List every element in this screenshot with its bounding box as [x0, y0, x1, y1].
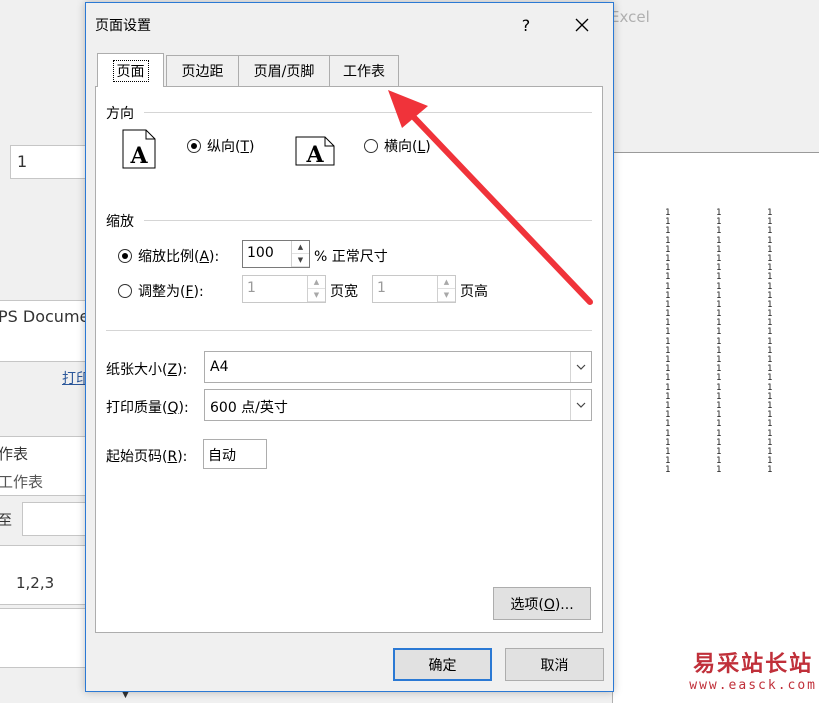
preview-cell: 1 [665, 465, 671, 476]
watermark-text: 易采站长站 [693, 651, 814, 677]
orientation-group-label: 方向 [106, 106, 134, 122]
tab-sheet[interactable]: 工作表 [329, 55, 399, 86]
first-page-number-input[interactable]: 自动 [203, 439, 267, 469]
tab-label: 页眉/页脚 [253, 64, 315, 80]
portrait-page-icon: A [122, 129, 156, 169]
chevron-down-icon[interactable] [570, 352, 591, 382]
scale-percent-spinner[interactable]: 100 ▲ ▼ [242, 240, 310, 268]
tab-label: 页面 [112, 59, 149, 82]
landscape-radio[interactable]: 横向(L) [364, 136, 431, 156]
help-button[interactable]: ? [511, 11, 541, 39]
watermark: 易采站长站 www.easck.com [689, 646, 817, 693]
orientation-selector[interactable] [0, 608, 88, 668]
divider [144, 112, 592, 113]
dialog-title: 页面设置 [95, 18, 151, 34]
fit-pages-wide-value: 1 [247, 280, 256, 296]
fit-to-label: 调整为(F): [138, 284, 204, 300]
fit-pages-tall-value: 1 [377, 280, 386, 296]
copies-input[interactable]: 1 [10, 145, 88, 179]
portrait-radio[interactable]: 纵向(T) [187, 136, 255, 156]
preview-column-2: 11111111111111111111111111111 [716, 208, 722, 476]
adjust-to-radio[interactable]: 缩放比例(A): [118, 246, 219, 266]
preview-cell: 1 [767, 465, 773, 476]
print-what-title: 作表 [0, 445, 29, 463]
first-page-number-value: 自动 [208, 448, 236, 464]
print-what-selector[interactable]: 作表 工作表 [0, 436, 88, 496]
pages-to-input[interactable] [22, 502, 88, 536]
divider [144, 220, 592, 221]
print-quality-value: 600 点/英寸 [210, 400, 288, 416]
landscape-radio-label: 横向(L) [384, 139, 431, 155]
preview-column-3: 11111111111111111111111111111 [767, 208, 773, 476]
fit-pages-wide-spinner[interactable]: 1 ▲ ▼ [242, 275, 326, 303]
fit-to-radio[interactable]: 调整为(F): [118, 281, 204, 301]
paper-size-select[interactable]: A4 [204, 351, 592, 383]
adjust-to-label: 缩放比例(A): [138, 249, 220, 265]
app-title-fragment: Excel [610, 8, 650, 26]
spin-down-icon[interactable]: ▼ [438, 289, 455, 302]
portrait-radio-circle [187, 139, 201, 153]
landscape-page-icon: A [295, 136, 335, 166]
spin-up-icon[interactable]: ▲ [308, 276, 325, 289]
portrait-page-letter: A [129, 143, 148, 169]
spin-down-icon[interactable]: ▼ [308, 289, 325, 302]
chevron-down-icon[interactable] [570, 390, 591, 420]
preview-column-1: 11111111111111111111111111111 [665, 208, 671, 476]
portrait-radio-label: 纵向(T) [207, 139, 255, 155]
copies-value: 1 [17, 152, 28, 171]
print-what-subtitle: 工作表 [0, 473, 44, 491]
first-page-number-label: 起始页码(R): [106, 449, 188, 465]
close-button[interactable] [564, 11, 600, 39]
landscape-radio-circle [364, 139, 378, 153]
pages-to-label: 至 [0, 513, 12, 529]
page-setup-dialog: 页面设置 ? 页面 页边距 页眉/页脚 工作表 方向 A 纵向(T) A 横向(… [85, 2, 614, 692]
options-button[interactable]: 选项(O)... [493, 587, 591, 620]
ok-button[interactable]: 确定 [393, 648, 492, 681]
fit-to-radio-circle [118, 284, 132, 298]
print-quality-select[interactable]: 600 点/英寸 [204, 389, 592, 421]
preview-cell: 1 [716, 465, 722, 476]
help-icon: ? [521, 15, 531, 35]
landscape-page-letter: A [305, 142, 324, 166]
scaling-group-label: 缩放 [106, 214, 134, 230]
spin-up-icon[interactable]: ▲ [292, 241, 309, 254]
printer-selector[interactable]: PS Docume [0, 300, 90, 362]
collate-value: 1,2,3 [16, 574, 55, 592]
scale-percent-value: 100 [247, 245, 274, 261]
close-icon [575, 18, 589, 32]
pages-tall-label: 页高 [460, 284, 488, 300]
print-preview: 11111111111111111111111111111 1111111111… [612, 152, 819, 703]
tab-header-footer[interactable]: 页眉/页脚 [238, 55, 330, 86]
divider [106, 330, 592, 331]
spin-down-icon[interactable]: ▼ [292, 254, 309, 267]
printer-name: PS Docume [0, 307, 90, 326]
collate-selector[interactable]: 1,2,3 [0, 545, 88, 605]
watermark-url: www.easck.com [689, 678, 817, 693]
paper-size-label: 纸张大小(Z): [106, 362, 188, 378]
scale-unit-label: % 正常尺寸 [314, 249, 388, 265]
tab-panel-page: 方向 A 纵向(T) A 横向(L) 缩放 缩放比例(A): 100 ▲ ▼ %… [95, 86, 603, 633]
print-quality-label: 打印质量(Q): [106, 400, 189, 416]
tab-label: 页边距 [181, 64, 224, 80]
paper-size-value: A4 [210, 359, 229, 375]
adjust-to-radio-circle [118, 249, 132, 263]
pages-wide-label: 页宽 [330, 284, 358, 300]
fit-pages-tall-spinner[interactable]: 1 ▲ ▼ [372, 275, 456, 303]
cancel-button[interactable]: 取消 [505, 648, 604, 681]
tab-label: 工作表 [343, 64, 385, 80]
tab-page[interactable]: 页面 [97, 53, 164, 87]
spin-up-icon[interactable]: ▲ [438, 276, 455, 289]
tab-margins[interactable]: 页边距 [166, 55, 239, 86]
options-button-label: 选项(O)... [510, 596, 574, 613]
